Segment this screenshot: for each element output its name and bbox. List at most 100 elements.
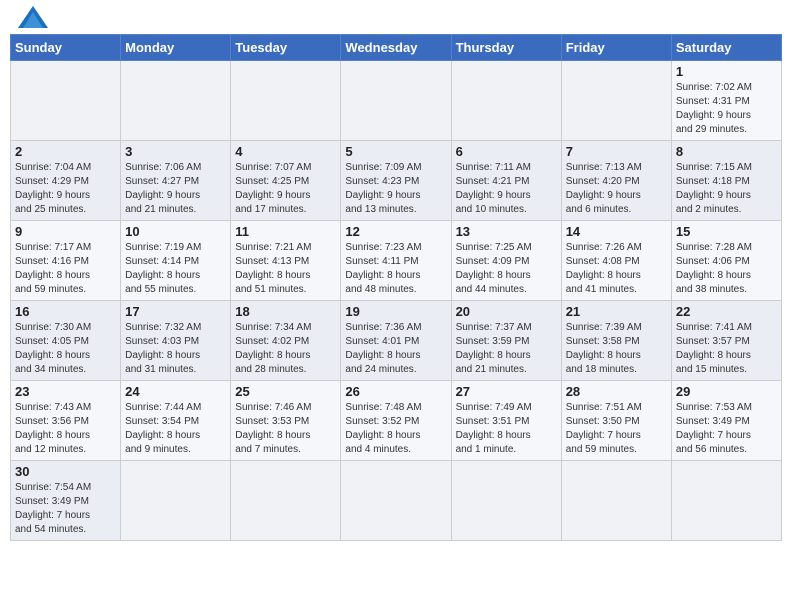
weekday-header-saturday: Saturday (671, 35, 781, 61)
calendar-week-row: 30 Sunrise: 7:54 AM Sunset: 3:49 PM Dayli… (11, 461, 782, 541)
logo (14, 10, 48, 28)
day-number: 17 (125, 304, 226, 319)
calendar-day-cell (561, 61, 671, 141)
header (10, 10, 782, 28)
calendar-week-row: 2 Sunrise: 7:04 AM Sunset: 4:29 PM Daylig… (11, 141, 782, 221)
calendar-day-cell: 10 Sunrise: 7:19 AM Sunset: 4:14 PM Dayli… (121, 221, 231, 301)
day-number: 10 (125, 224, 226, 239)
calendar-day-cell: 13Sunrise: 7:25 AM Sunset: 4:09 PM Dayli… (451, 221, 561, 301)
day-number: 21 (566, 304, 667, 319)
calendar-day-cell: 19 Sunrise: 7:36 AM Sunset: 4:01 PM Dayli… (341, 301, 451, 381)
day-number: 18 (235, 304, 336, 319)
day-number: 23 (15, 384, 116, 399)
calendar-day-cell (451, 61, 561, 141)
day-number: 29 (676, 384, 777, 399)
calendar-day-cell (341, 461, 451, 541)
day-info: Sunrise: 7:09 AM Sunset: 4:23 PM Dayligh… (345, 161, 446, 217)
calendar-day-cell: 22 Sunrise: 7:41 AM Sunset: 3:57 PM Dayli… (671, 301, 781, 381)
day-info: Sunrise: 7:36 AM Sunset: 4:01 PM Dayligh… (345, 321, 446, 377)
calendar-day-cell (561, 461, 671, 541)
day-info: Sunrise: 7:11 AM Sunset: 4:21 PM Dayligh… (456, 161, 557, 217)
day-info: Sunrise: 7:02 AM Sunset: 4:31 PM Dayligh… (676, 81, 777, 137)
calendar-day-cell: 28Sunrise: 7:51 AM Sunset: 3:50 PM Dayli… (561, 381, 671, 461)
day-info: Sunrise: 7:44 AM Sunset: 3:54 PM Dayligh… (125, 401, 226, 457)
day-info: Sunrise: 7:32 AM Sunset: 4:03 PM Dayligh… (125, 321, 226, 377)
day-info: Sunrise: 7:26 AM Sunset: 4:08 PM Dayligh… (566, 241, 667, 297)
day-info: Sunrise: 7:37 AM Sunset: 3:59 PM Dayligh… (456, 321, 557, 377)
day-number: 1 (676, 64, 777, 79)
calendar-day-cell: 29Sunrise: 7:53 AM Sunset: 3:49 PM Dayli… (671, 381, 781, 461)
day-info: Sunrise: 7:28 AM Sunset: 4:06 PM Dayligh… (676, 241, 777, 297)
weekday-header-friday: Friday (561, 35, 671, 61)
calendar-week-row: 1 Sunrise: 7:02 AM Sunset: 4:31 PM Daylig… (11, 61, 782, 141)
day-number: 30 (15, 464, 116, 479)
calendar-day-cell (341, 61, 451, 141)
weekday-header-thursday: Thursday (451, 35, 561, 61)
weekday-header-row: SundayMondayTuesdayWednesdayThursdayFrid… (11, 35, 782, 61)
day-number: 4 (235, 144, 336, 159)
calendar-day-cell: 1 Sunrise: 7:02 AM Sunset: 4:31 PM Daylig… (671, 61, 781, 141)
day-number: 19 (345, 304, 446, 319)
calendar-day-cell: 24Sunrise: 7:44 AM Sunset: 3:54 PM Dayli… (121, 381, 231, 461)
calendar-day-cell: 21 Sunrise: 7:39 AM Sunset: 3:58 PM Dayli… (561, 301, 671, 381)
day-number: 12 (345, 224, 446, 239)
day-number: 9 (15, 224, 116, 239)
day-info: Sunrise: 7:30 AM Sunset: 4:05 PM Dayligh… (15, 321, 116, 377)
calendar-day-cell: 18Sunrise: 7:34 AM Sunset: 4:02 PM Dayli… (231, 301, 341, 381)
calendar-day-cell (121, 461, 231, 541)
day-info: Sunrise: 7:21 AM Sunset: 4:13 PM Dayligh… (235, 241, 336, 297)
day-number: 8 (676, 144, 777, 159)
day-info: Sunrise: 7:49 AM Sunset: 3:51 PM Dayligh… (456, 401, 557, 457)
calendar-week-row: 23 Sunrise: 7:43 AM Sunset: 3:56 PM Dayli… (11, 381, 782, 461)
calendar-day-cell (451, 461, 561, 541)
calendar-table: SundayMondayTuesdayWednesdayThursdayFrid… (10, 34, 782, 541)
calendar-day-cell: 14 Sunrise: 7:26 AM Sunset: 4:08 PM Dayli… (561, 221, 671, 301)
calendar-day-cell: 27 Sunrise: 7:49 AM Sunset: 3:51 PM Dayli… (451, 381, 561, 461)
day-info: Sunrise: 7:39 AM Sunset: 3:58 PM Dayligh… (566, 321, 667, 377)
day-info: Sunrise: 7:17 AM Sunset: 4:16 PM Dayligh… (15, 241, 116, 297)
day-number: 2 (15, 144, 116, 159)
day-info: Sunrise: 7:19 AM Sunset: 4:14 PM Dayligh… (125, 241, 226, 297)
calendar-day-cell: 23 Sunrise: 7:43 AM Sunset: 3:56 PM Dayli… (11, 381, 121, 461)
calendar-day-cell: 7Sunrise: 7:13 AM Sunset: 4:20 PM Daylig… (561, 141, 671, 221)
calendar-day-cell: 30 Sunrise: 7:54 AM Sunset: 3:49 PM Dayli… (11, 461, 121, 541)
calendar-day-cell: 3 Sunrise: 7:06 AM Sunset: 4:27 PM Daylig… (121, 141, 231, 221)
weekday-header-tuesday: Tuesday (231, 35, 341, 61)
day-info: Sunrise: 7:07 AM Sunset: 4:25 PM Dayligh… (235, 161, 336, 217)
day-number: 20 (456, 304, 557, 319)
day-number: 11 (235, 224, 336, 239)
calendar-day-cell: 26Sunrise: 7:48 AM Sunset: 3:52 PM Dayli… (341, 381, 451, 461)
day-number: 27 (456, 384, 557, 399)
day-number: 16 (15, 304, 116, 319)
day-info: Sunrise: 7:25 AM Sunset: 4:09 PM Dayligh… (456, 241, 557, 297)
weekday-header-sunday: Sunday (11, 35, 121, 61)
day-number: 22 (676, 304, 777, 319)
day-info: Sunrise: 7:43 AM Sunset: 3:56 PM Dayligh… (15, 401, 116, 457)
calendar-day-cell: 5Sunrise: 7:09 AM Sunset: 4:23 PM Daylig… (341, 141, 451, 221)
calendar-day-cell (11, 61, 121, 141)
calendar-day-cell (231, 61, 341, 141)
day-number: 14 (566, 224, 667, 239)
calendar-day-cell: 6Sunrise: 7:11 AM Sunset: 4:21 PM Daylig… (451, 141, 561, 221)
day-info: Sunrise: 7:04 AM Sunset: 4:29 PM Dayligh… (15, 161, 116, 217)
day-info: Sunrise: 7:15 AM Sunset: 4:18 PM Dayligh… (676, 161, 777, 217)
calendar-week-row: 16 Sunrise: 7:30 AM Sunset: 4:05 PM Dayli… (11, 301, 782, 381)
day-info: Sunrise: 7:54 AM Sunset: 3:49 PM Dayligh… (15, 481, 116, 537)
day-number: 26 (345, 384, 446, 399)
calendar-day-cell: 17 Sunrise: 7:32 AM Sunset: 4:03 PM Dayli… (121, 301, 231, 381)
calendar-day-cell (121, 61, 231, 141)
day-number: 28 (566, 384, 667, 399)
calendar-day-cell: 25Sunrise: 7:46 AM Sunset: 3:53 PM Dayli… (231, 381, 341, 461)
day-info: Sunrise: 7:46 AM Sunset: 3:53 PM Dayligh… (235, 401, 336, 457)
calendar-day-cell (671, 461, 781, 541)
calendar-day-cell: 12Sunrise: 7:23 AM Sunset: 4:11 PM Dayli… (341, 221, 451, 301)
calendar-day-cell: 8 Sunrise: 7:15 AM Sunset: 4:18 PM Daylig… (671, 141, 781, 221)
calendar-week-row: 9 Sunrise: 7:17 AM Sunset: 4:16 PM Daylig… (11, 221, 782, 301)
day-info: Sunrise: 7:41 AM Sunset: 3:57 PM Dayligh… (676, 321, 777, 377)
day-number: 15 (676, 224, 777, 239)
calendar-day-cell: 9 Sunrise: 7:17 AM Sunset: 4:16 PM Daylig… (11, 221, 121, 301)
logo-icon (18, 6, 48, 28)
day-info: Sunrise: 7:06 AM Sunset: 4:27 PM Dayligh… (125, 161, 226, 217)
day-number: 3 (125, 144, 226, 159)
day-info: Sunrise: 7:13 AM Sunset: 4:20 PM Dayligh… (566, 161, 667, 217)
